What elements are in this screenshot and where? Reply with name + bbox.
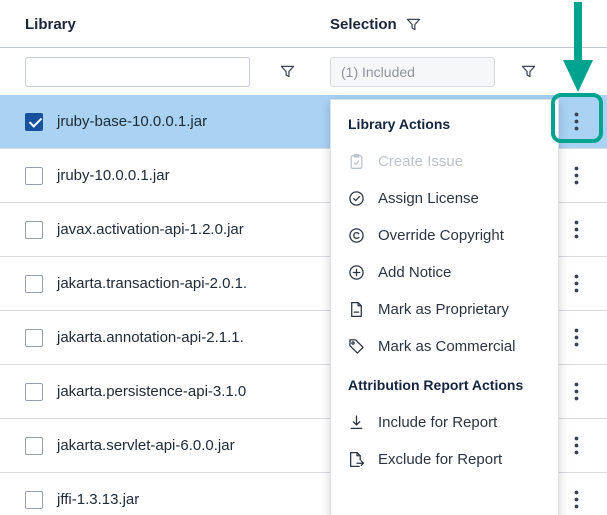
row-checkbox[interactable]: [25, 329, 43, 347]
library-name: javax.activation-api-1.2.0.jar: [57, 221, 244, 238]
selection-filter-input[interactable]: [330, 57, 495, 87]
row-checkbox[interactable]: [25, 275, 43, 293]
plus-circle-icon: [348, 264, 365, 281]
commercial-tag-icon: [348, 338, 365, 355]
menu-item-mark-as-commercial[interactable]: Mark as Commercial: [331, 328, 558, 365]
filter-row: [0, 48, 607, 95]
menu-item-include-for-report[interactable]: Include for Report: [331, 404, 558, 441]
library-table-panel: Library Selection jruby-base-10.0.0.1.ja…: [0, 0, 607, 515]
menu-item-override-copyright[interactable]: Override Copyright: [331, 217, 558, 254]
row-checkbox[interactable]: [25, 437, 43, 455]
selection-filter-icon[interactable]: [521, 64, 536, 79]
library-name: jakarta.servlet-api-6.0.0.jar: [57, 437, 235, 454]
library-name: jruby-10.0.0.1.jar: [57, 167, 170, 184]
library-filter-icon[interactable]: [280, 64, 295, 79]
library-name: jruby-base-10.0.0.1.jar: [57, 113, 207, 130]
clipboard-icon: [348, 153, 365, 170]
column-header-selection[interactable]: Selection: [330, 16, 421, 33]
kebab-menu-icon[interactable]: [565, 217, 587, 243]
row-checkbox[interactable]: [25, 113, 43, 131]
row-checkbox[interactable]: [25, 167, 43, 185]
menu-item-label: Assign License: [378, 190, 479, 207]
library-name: jakarta.persistence-api-3.1.0: [57, 383, 246, 400]
kebab-menu-icon[interactable]: [565, 487, 587, 513]
menu-item-exclude-for-report[interactable]: Exclude for Report: [331, 441, 558, 478]
library-name: jakarta.transaction-api-2.0.1.: [57, 275, 247, 292]
kebab-menu-icon[interactable]: [565, 109, 587, 135]
menu-item-label: Include for Report: [378, 414, 497, 431]
kebab-menu-icon[interactable]: [565, 433, 587, 459]
menu-item-label: Create Issue: [378, 153, 463, 170]
kebab-menu-icon[interactable]: [565, 325, 587, 351]
exclude-report-icon: [348, 451, 365, 468]
menu-item-add-notice[interactable]: Add Notice: [331, 254, 558, 291]
menu-section-header: Library Actions: [331, 113, 558, 143]
library-filter-input[interactable]: [25, 57, 250, 87]
library-name: jffi-1.3.13.jar: [57, 491, 139, 508]
row-checkbox[interactable]: [25, 491, 43, 509]
kebab-menu-icon[interactable]: [565, 271, 587, 297]
menu-item-label: Mark as Proprietary: [378, 301, 509, 318]
column-header-selection-label: Selection: [330, 16, 397, 33]
kebab-menu-icon[interactable]: [565, 379, 587, 405]
menu-item-create-issue: Create Issue: [331, 143, 558, 180]
menu-item-assign-license[interactable]: Assign License: [331, 180, 558, 217]
copyright-icon: [348, 227, 365, 244]
row-checkbox[interactable]: [25, 221, 43, 239]
library-actions-menu: Library Actions Create Issue Assign Lice…: [330, 99, 559, 515]
table-header-row: Library Selection: [0, 0, 607, 48]
license-badge-icon: [348, 190, 365, 207]
menu-item-label: Override Copyright: [378, 227, 504, 244]
menu-item-label: Exclude for Report: [378, 451, 502, 468]
include-report-icon: [348, 414, 365, 431]
menu-item-mark-as-proprietary[interactable]: Mark as Proprietary: [331, 291, 558, 328]
library-name: jakarta.annotation-api-2.1.1.: [57, 329, 244, 346]
selection-column-filter-icon[interactable]: [406, 17, 421, 32]
row-checkbox[interactable]: [25, 383, 43, 401]
proprietary-file-icon: [348, 301, 365, 318]
menu-item-label: Mark as Commercial: [378, 338, 516, 355]
column-header-library[interactable]: Library: [25, 16, 76, 33]
menu-section-header: Attribution Report Actions: [331, 365, 558, 404]
menu-item-label: Add Notice: [378, 264, 451, 281]
kebab-menu-icon[interactable]: [565, 163, 587, 189]
